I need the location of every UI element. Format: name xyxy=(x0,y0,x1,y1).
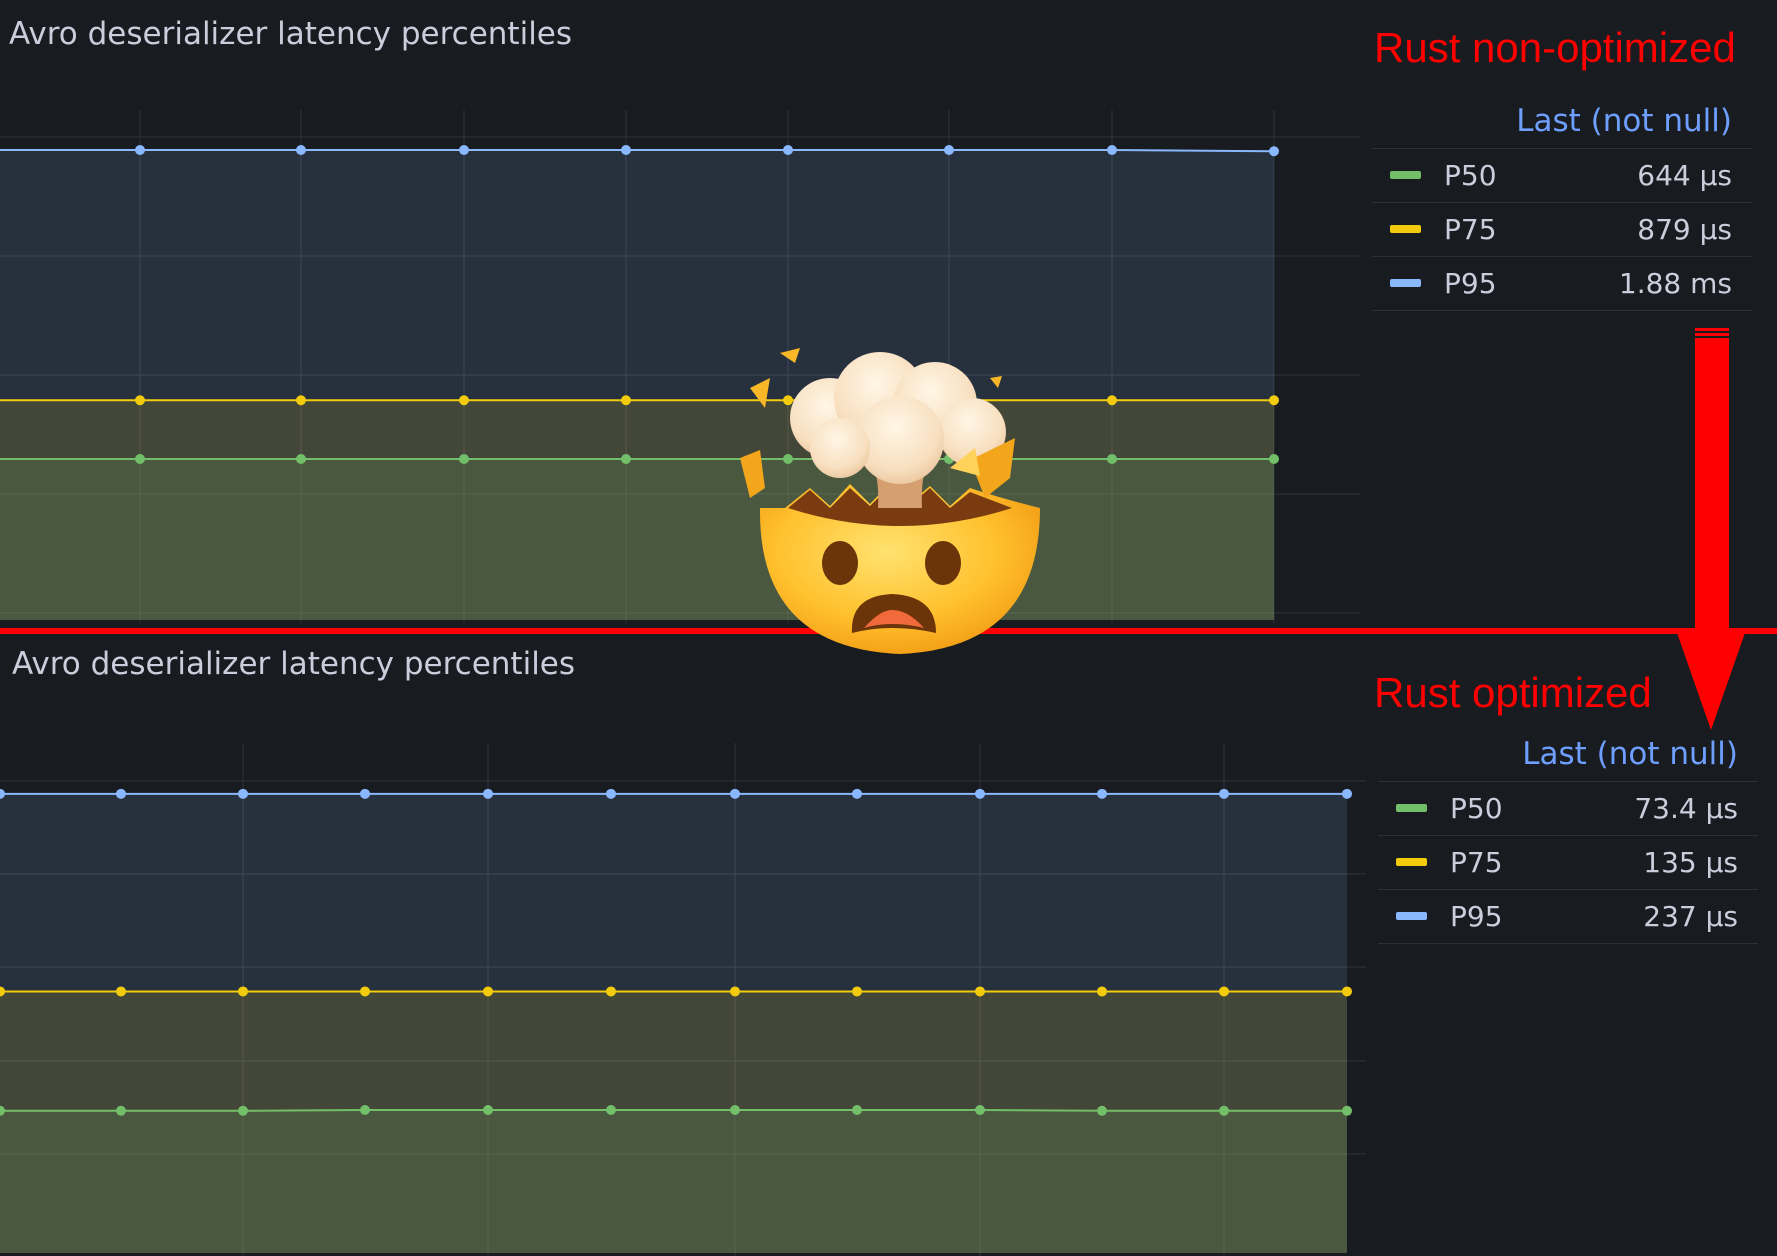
down-arrow-icon xyxy=(1676,328,1746,730)
data-point-p50[interactable] xyxy=(483,1105,493,1116)
data-point-p95[interactable] xyxy=(1107,145,1117,155)
data-point-p75[interactable] xyxy=(1269,395,1279,406)
legend: Last (not null) P50 644 µs P75 879 µs P9… xyxy=(1372,98,1752,311)
data-point-p50[interactable] xyxy=(852,1105,862,1116)
legend-value-p75: 879 µs xyxy=(1637,213,1732,246)
data-point-p75[interactable] xyxy=(360,986,370,997)
data-point-p50[interactable] xyxy=(730,1105,740,1116)
data-point-p50[interactable] xyxy=(459,454,469,464)
data-point-p95[interactable] xyxy=(116,788,126,799)
data-point-p50[interactable] xyxy=(360,1105,370,1116)
data-point-p95[interactable] xyxy=(621,145,631,155)
legend-label-p95: P95 xyxy=(1444,267,1497,300)
legend-header-last-not-null[interactable]: Last (not null) xyxy=(1372,98,1752,149)
data-point-p95[interactable] xyxy=(944,145,954,155)
legend-item-p95[interactable]: P95 1.88 ms xyxy=(1372,257,1752,311)
legend-header-last-not-null[interactable]: Last (not null) xyxy=(1378,731,1758,782)
legend-item-p50[interactable]: P50 73.4 µs xyxy=(1378,782,1758,836)
data-point-p95[interactable] xyxy=(852,788,862,799)
legend-swatch-p50 xyxy=(1390,171,1421,179)
data-point-p95[interactable] xyxy=(360,788,370,799)
data-point-p95[interactable] xyxy=(1219,788,1229,799)
data-point-p95[interactable] xyxy=(238,788,248,799)
legend-label-p75: P75 xyxy=(1450,846,1503,879)
legend-swatch-p95 xyxy=(1396,912,1427,920)
data-point-p75[interactable] xyxy=(135,395,145,406)
data-point-p75[interactable] xyxy=(1342,986,1352,997)
data-point-p75[interactable] xyxy=(852,986,862,997)
data-point-p95[interactable] xyxy=(1097,788,1107,799)
latency-chart-non-optimized xyxy=(0,110,1360,623)
data-point-p95[interactable] xyxy=(975,788,985,799)
data-point-p50[interactable] xyxy=(1269,454,1279,464)
legend-swatch-p95 xyxy=(1390,279,1421,287)
data-point-p50[interactable] xyxy=(1342,1105,1352,1116)
data-point-p50[interactable] xyxy=(238,1105,248,1116)
data-point-p50[interactable] xyxy=(621,454,631,464)
annotation-label-optimized: Rust optimized xyxy=(1374,669,1652,716)
legend-item-p95[interactable]: P95 237 µs xyxy=(1378,890,1758,944)
legend-item-p75[interactable]: P75 879 µs xyxy=(1372,203,1752,257)
data-point-p50[interactable] xyxy=(1219,1105,1229,1116)
panel-title: Avro deserializer latency percentiles xyxy=(9,16,573,52)
data-point-p50[interactable] xyxy=(135,454,145,464)
legend-item-p50[interactable]: P50 644 µs xyxy=(1372,149,1752,203)
data-point-p95[interactable] xyxy=(730,788,740,799)
data-point-p75[interactable] xyxy=(296,395,306,406)
data-point-p95[interactable] xyxy=(1269,146,1279,157)
data-point-p75[interactable] xyxy=(1097,986,1107,997)
panel-title: Avro deserializer latency percentiles xyxy=(12,646,576,682)
latency-panel-optimized: Avro deserializer latency percentiles La… xyxy=(0,633,1777,1256)
data-point-p50[interactable] xyxy=(1097,1105,1107,1116)
data-point-p50[interactable] xyxy=(296,454,306,464)
legend-value-p50: 73.4 µs xyxy=(1634,792,1738,825)
data-point-p95[interactable] xyxy=(135,145,145,155)
legend-value-p95: 1.88 ms xyxy=(1618,267,1732,300)
data-point-p95[interactable] xyxy=(483,788,493,799)
exploding-head-icon xyxy=(740,348,1040,654)
legend-value-p95: 237 µs xyxy=(1643,900,1738,933)
data-point-p50[interactable] xyxy=(975,1105,985,1116)
data-point-p50[interactable] xyxy=(1107,454,1117,464)
data-point-p75[interactable] xyxy=(1107,395,1117,406)
legend-value-p75: 135 µs xyxy=(1643,846,1738,879)
annotation-label-non-optimized: Rust non-optimized xyxy=(1374,24,1736,71)
data-point-p95[interactable] xyxy=(459,145,469,155)
legend-swatch-p75 xyxy=(1390,225,1421,233)
legend: Last (not null) P50 73.4 µs P75 135 µs P… xyxy=(1378,731,1758,944)
data-point-p75[interactable] xyxy=(459,395,469,406)
data-point-p75[interactable] xyxy=(606,986,616,997)
data-point-p95[interactable] xyxy=(1342,788,1352,799)
area-p50 xyxy=(0,1110,1347,1253)
data-point-p75[interactable] xyxy=(116,986,126,997)
legend-label-p50: P50 xyxy=(1444,159,1497,192)
data-point-p95[interactable] xyxy=(296,145,306,155)
legend-label-p95: P95 xyxy=(1450,900,1503,933)
data-point-p50[interactable] xyxy=(606,1105,616,1116)
legend-label-p50: P50 xyxy=(1450,792,1503,825)
data-point-p75[interactable] xyxy=(483,986,493,997)
data-point-p75[interactable] xyxy=(238,986,248,997)
legend-item-p75[interactable]: P75 135 µs xyxy=(1378,836,1758,890)
data-point-p75[interactable] xyxy=(730,986,740,997)
data-point-p75[interactable] xyxy=(621,395,631,406)
series-line-p50[interactable] xyxy=(0,1109,1347,1112)
legend-value-p50: 644 µs xyxy=(1637,159,1732,192)
data-point-p75[interactable] xyxy=(1219,986,1229,997)
data-point-p75[interactable] xyxy=(975,986,985,997)
legend-label-p75: P75 xyxy=(1444,213,1497,246)
data-point-p95[interactable] xyxy=(606,788,616,799)
legend-swatch-p75 xyxy=(1396,858,1427,866)
area-p50 xyxy=(0,459,1274,620)
data-point-p95[interactable] xyxy=(783,145,793,155)
latency-chart-optimized xyxy=(0,743,1366,1256)
data-point-p50[interactable] xyxy=(116,1105,126,1116)
legend-swatch-p50 xyxy=(1396,804,1427,812)
